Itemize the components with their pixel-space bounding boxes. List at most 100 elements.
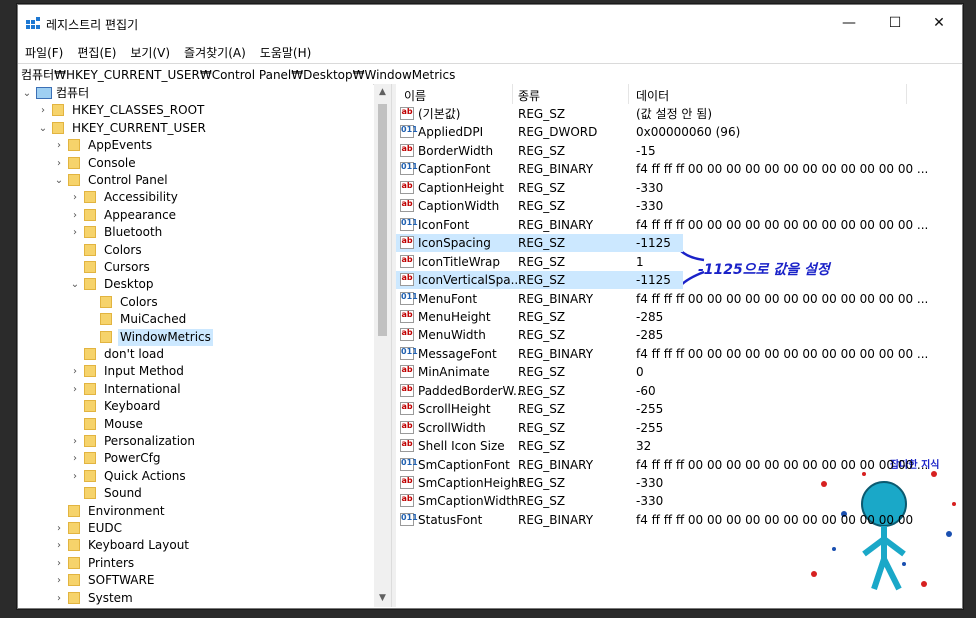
value-row[interactable]: ab Shell Icon Size REG_SZ 32: [396, 437, 962, 455]
tree-item[interactable]: › Keyboard Layout: [18, 537, 373, 554]
collapse-chevron-icon[interactable]: ⌄: [22, 85, 32, 102]
scroll-thumb[interactable]: [378, 104, 387, 336]
value-row[interactable]: 011 StatusFont REG_BINARY f4 ff ff ff 00 00…: [396, 511, 962, 529]
menu-favorites[interactable]: 즐겨찾기(A): [177, 41, 253, 61]
menu-file[interactable]: 파일(F): [18, 41, 70, 61]
tree-item[interactable]: Colors: [18, 242, 373, 259]
tree-item[interactable]: › Quick Actions: [18, 468, 373, 485]
expand-chevron-icon[interactable]: ›: [70, 433, 80, 450]
value-data: f4 ff ff ff 00 00 00 00 00 00 00 00 00 0…: [636, 217, 929, 232]
value-row[interactable]: ab CaptionWidth REG_SZ -330: [396, 197, 962, 215]
tree-item[interactable]: › Printers: [18, 555, 373, 572]
expand-chevron-icon[interactable]: ›: [54, 572, 64, 589]
tree-item[interactable]: › PowerCfg: [18, 450, 373, 467]
tree-item[interactable]: Cursors: [18, 259, 373, 276]
column-header-name[interactable]: 이름: [404, 87, 426, 104]
tree-item[interactable]: › AppEvents: [18, 137, 373, 154]
tree-item[interactable]: don't load: [18, 346, 373, 363]
tree-item[interactable]: › Input Method: [18, 363, 373, 380]
value-row[interactable]: ab PaddedBorderW... REG_SZ -60: [396, 382, 962, 400]
tree-item[interactable]: ⌄ Desktop: [18, 276, 373, 293]
expand-chevron-icon[interactable]: ›: [54, 590, 64, 607]
tree-item[interactable]: › Accessibility: [18, 189, 373, 206]
value-row[interactable]: ab SmCaptionWidth REG_SZ -330: [396, 492, 962, 510]
expand-chevron-icon[interactable]: ›: [54, 155, 64, 172]
tree-item[interactable]: › Appearance: [18, 207, 373, 224]
value-row[interactable]: ab (기본값) REG_SZ (값 설정 안 됨): [396, 105, 962, 123]
tree-item[interactable]: › EUDC: [18, 520, 373, 537]
column-divider[interactable]: [512, 84, 513, 104]
tree-item[interactable]: WindowMetrics: [18, 328, 373, 346]
column-divider[interactable]: [628, 84, 629, 104]
tree-item[interactable]: ⌄ HKEY_CURRENT_USER: [18, 120, 373, 137]
menu-edit[interactable]: 편집(E): [70, 41, 123, 61]
tree-scrollbar[interactable]: ▲ ▼: [374, 84, 391, 607]
tree-item[interactable]: MuiCached: [18, 311, 373, 328]
expand-chevron-icon[interactable]: ›: [70, 381, 80, 398]
value-row[interactable]: ab MenuHeight REG_SZ -285: [396, 308, 962, 326]
tree-item[interactable]: › Personalization: [18, 433, 373, 450]
value-row[interactable]: 011 MessageFont REG_BINARY f4 ff ff ff 00 0…: [396, 345, 962, 363]
close-button[interactable]: ✕: [916, 5, 962, 41]
column-header-type[interactable]: 종류: [518, 87, 540, 104]
value-row[interactable]: 011 IconFont REG_BINARY f4 ff ff ff 00 00 0…: [396, 216, 962, 234]
tree-item[interactable]: › HKEY_CLASSES_ROOT: [18, 102, 373, 119]
address-path[interactable]: 컴퓨터₩HKEY_CURRENT_USER₩Control Panel₩Desk…: [21, 66, 455, 83]
tree-item[interactable]: ⌄ Control Panel: [18, 172, 373, 189]
expand-chevron-icon[interactable]: ›: [54, 555, 64, 572]
value-name: CaptionWidth: [418, 199, 500, 214]
value-row[interactable]: ab IconTitleWrap REG_SZ 1: [396, 253, 962, 271]
expand-chevron-icon[interactable]: ›: [54, 137, 64, 154]
minimize-button[interactable]: —: [826, 5, 872, 41]
address-bar[interactable]: 컴퓨터₩HKEY_CURRENT_USER₩Control Panel₩Desk…: [18, 63, 962, 85]
tree-item[interactable]: › Console: [18, 155, 373, 172]
tree-item[interactable]: Keyboard: [18, 398, 373, 415]
value-type: REG_SZ: [518, 439, 566, 454]
value-row[interactable]: ab MenuWidth REG_SZ -285: [396, 326, 962, 344]
expand-chevron-icon[interactable]: ›: [38, 102, 48, 119]
tree-item[interactable]: Colors: [18, 294, 373, 311]
collapse-chevron-icon[interactable]: ⌄: [54, 172, 64, 189]
scroll-up-arrow-icon[interactable]: ▲: [374, 84, 391, 101]
expand-chevron-icon[interactable]: ›: [70, 468, 80, 485]
menu-help[interactable]: 도움말(H): [253, 41, 319, 61]
column-header-data[interactable]: 데이터: [636, 87, 669, 104]
string-value-icon: ab: [400, 402, 414, 416]
expand-chevron-icon[interactable]: ›: [70, 224, 80, 241]
value-type: REG_BINARY: [518, 457, 594, 472]
tree-item[interactable]: › System: [18, 590, 373, 607]
maximize-button[interactable]: ☐: [872, 5, 918, 41]
tree-item[interactable]: › Bluetooth: [18, 224, 373, 241]
value-row[interactable]: ab BorderWidth REG_SZ -15: [396, 142, 962, 160]
value-row[interactable]: ab ScrollWidth REG_SZ -255: [396, 419, 962, 437]
value-row[interactable]: ab CaptionHeight REG_SZ -330: [396, 179, 962, 197]
value-row[interactable]: 011 MenuFont REG_BINARY f4 ff ff ff 00 00 0…: [396, 290, 962, 308]
expand-chevron-icon[interactable]: ›: [70, 189, 80, 206]
value-row[interactable]: ab IconSpacing REG_SZ -1125: [396, 234, 962, 253]
value-row[interactable]: ab IconVerticalSpa... REG_SZ -1125: [396, 271, 962, 290]
tree-item[interactable]: Mouse: [18, 416, 373, 433]
value-row[interactable]: ab MinAnimate REG_SZ 0: [396, 363, 962, 381]
menu-view[interactable]: 보기(V): [123, 41, 177, 61]
expand-chevron-icon[interactable]: ›: [70, 207, 80, 224]
value-row[interactable]: ab SmCaptionHeight REG_SZ -330: [396, 474, 962, 492]
collapse-chevron-icon[interactable]: ⌄: [70, 276, 80, 293]
scroll-down-arrow-icon[interactable]: ▼: [374, 590, 391, 607]
tree-item[interactable]: Sound: [18, 485, 373, 502]
tree-item[interactable]: ⌄ 컴퓨터: [18, 85, 373, 102]
expand-chevron-icon[interactable]: ›: [70, 450, 80, 467]
expand-chevron-icon[interactable]: ›: [54, 520, 64, 537]
collapse-chevron-icon[interactable]: ⌄: [38, 120, 48, 137]
folder-icon: [84, 365, 96, 378]
expand-chevron-icon[interactable]: ›: [70, 363, 80, 380]
value-row[interactable]: 011 CaptionFont REG_BINARY f4 ff ff ff 00 0…: [396, 160, 962, 178]
value-row[interactable]: ab ScrollHeight REG_SZ -255: [396, 400, 962, 418]
column-divider[interactable]: [906, 84, 907, 104]
tree-item[interactable]: › International: [18, 381, 373, 398]
value-type: REG_SZ: [518, 383, 566, 398]
value-row[interactable]: 011 SmCaptionFont REG_BINARY f4 ff ff ff 00…: [396, 456, 962, 474]
tree-item[interactable]: › SOFTWARE: [18, 572, 373, 589]
value-row[interactable]: 011 AppliedDPI REG_DWORD 0x00000060 (96): [396, 123, 962, 141]
tree-item[interactable]: Environment: [18, 503, 373, 520]
expand-chevron-icon[interactable]: ›: [54, 537, 64, 554]
